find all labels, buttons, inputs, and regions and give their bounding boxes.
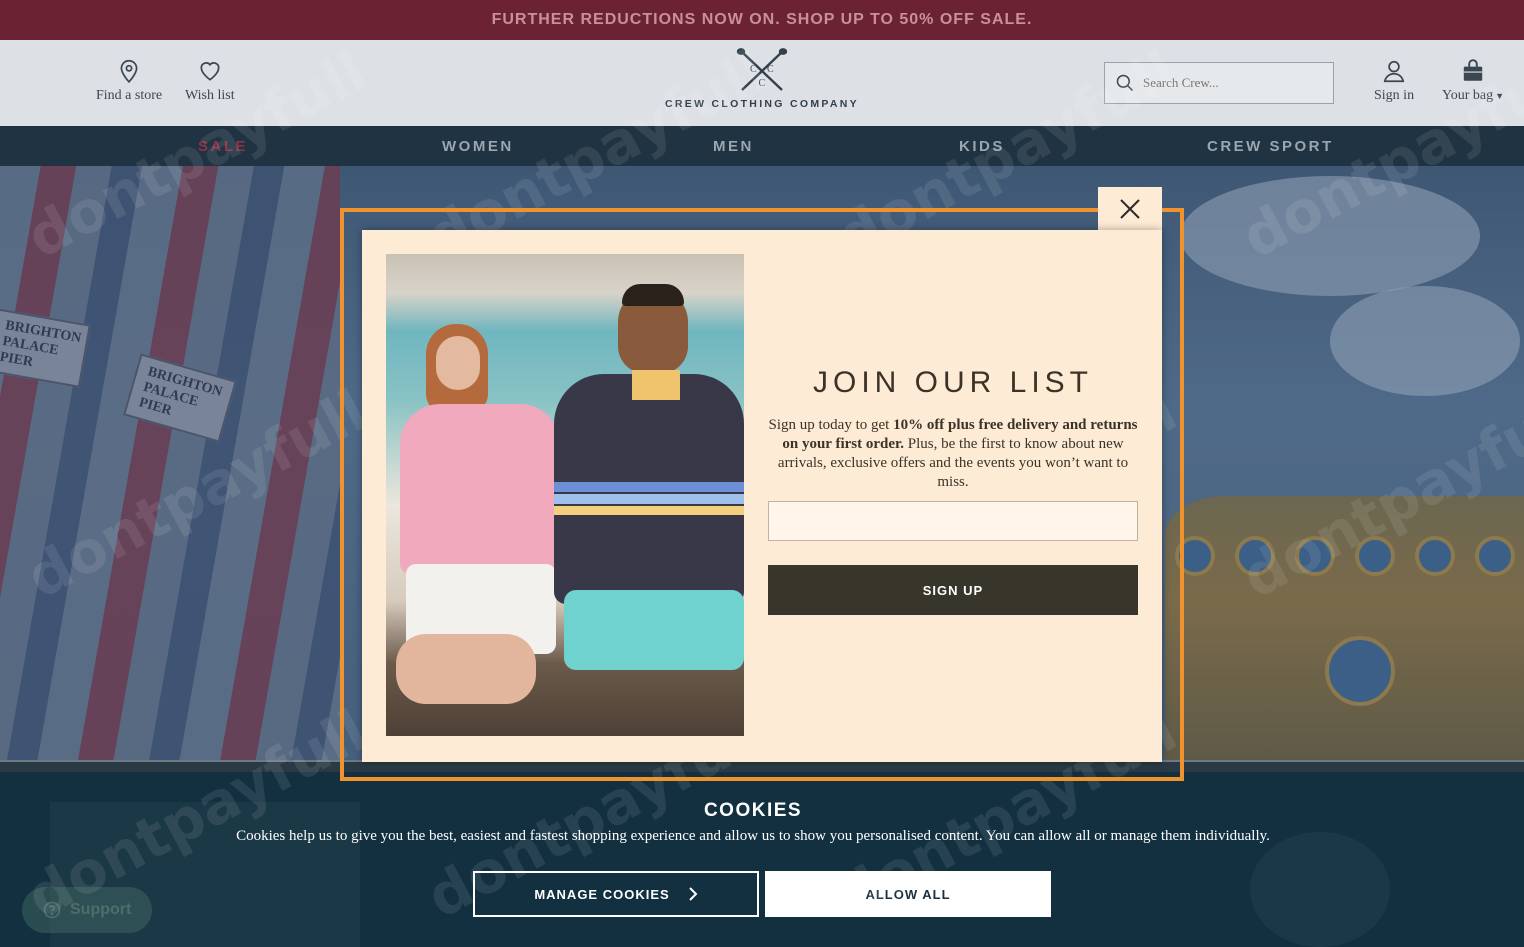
chevron-right-icon <box>688 887 698 901</box>
close-modal-button[interactable] <box>1098 187 1162 231</box>
hair-shape <box>622 284 684 306</box>
cookie-title: COOKIES <box>703 800 803 821</box>
background-tile <box>1250 832 1390 947</box>
sign-in-label: Sign in <box>1374 88 1415 103</box>
nav-item-women[interactable]: WOMEN <box>442 126 514 166</box>
find-store-label: Find a store <box>96 88 163 103</box>
carousel-ornament <box>1325 636 1395 706</box>
support-label: Support <box>70 901 132 918</box>
help-icon <box>43 901 61 919</box>
logo-wordmark: CREW CLOTHING COMPANY <box>665 98 859 110</box>
search-input[interactable] <box>1143 75 1313 91</box>
carousel-ornament <box>1175 536 1215 576</box>
caret-down-icon: ▼ <box>1495 91 1505 101</box>
legs-shape <box>396 634 536 704</box>
collar-shape <box>632 370 680 400</box>
bag-label: Your bag <box>1442 88 1494 103</box>
support-button[interactable]: Support <box>22 887 152 933</box>
stripe-shape <box>554 482 744 492</box>
cloud-shape <box>1330 286 1520 396</box>
stripe-shape <box>554 494 744 504</box>
find-store-link[interactable]: Find a store <box>96 58 162 104</box>
shopping-bag-icon <box>1463 59 1483 81</box>
allow-all-label: ALLOW ALL <box>865 886 951 902</box>
carousel-ornament <box>1475 536 1515 576</box>
nav-item-crew-sport[interactable]: CREW SPORT <box>1207 126 1334 166</box>
nav-item-kids[interactable]: KIDS <box>959 126 1005 166</box>
crossed-oars-logo-icon: C C C <box>736 48 788 91</box>
carousel-ornament <box>1355 536 1395 576</box>
face-shape <box>436 336 480 390</box>
svg-text:C: C <box>767 64 774 75</box>
newsletter-modal: JOIN OUR LIST Sign up today to get 10% o… <box>362 230 1162 762</box>
carousel-ornament <box>1235 536 1275 576</box>
models-photo <box>386 254 744 736</box>
modal-title: JOIN OUR LIST <box>812 366 1094 399</box>
allow-all-cookies-button[interactable]: ALLOW ALL <box>765 871 1051 917</box>
cookie-banner: COOKIES Cookies help us to give you the … <box>0 772 1524 947</box>
main-nav: SALE WOMEN MEN KIDS CREW SPORT <box>0 126 1524 166</box>
manage-cookies-label: MANAGE COOKIES <box>534 886 670 902</box>
svg-text:C: C <box>750 64 757 75</box>
carousel-image <box>1165 496 1524 762</box>
carousel-ornament <box>1415 536 1455 576</box>
brand-logo[interactable]: C C C CREW CLOTHING COMPANY <box>660 48 864 120</box>
nav-item-sale[interactable]: SALE <box>198 126 248 166</box>
helter-skelter-image <box>0 166 340 762</box>
teal-shorts-shape <box>564 590 744 670</box>
wish-list-label: Wish list <box>185 88 235 103</box>
modal-description: Sign up today to get 10% off plus free d… <box>768 417 1138 490</box>
close-icon <box>1120 199 1140 219</box>
search-icon <box>1116 74 1134 92</box>
sign-up-button[interactable]: SIGN UP <box>768 565 1138 615</box>
stripe-shape <box>554 506 744 515</box>
location-pin-icon <box>120 59 138 84</box>
carousel-ornament <box>1295 536 1335 576</box>
sign-in-link[interactable]: Sign in <box>1374 58 1414 104</box>
user-icon <box>1383 60 1405 83</box>
heart-icon <box>200 62 220 81</box>
svg-text:C: C <box>759 78 766 89</box>
bag-link[interactable]: Your bag ▼ <box>1442 58 1504 104</box>
site-header: Find a store Wish list C C C CREW CLOTHI… <box>0 40 1524 126</box>
sign-up-label: SIGN UP <box>922 582 984 598</box>
search-box[interactable] <box>1104 62 1334 104</box>
nav-item-men[interactable]: MEN <box>713 126 754 166</box>
promo-text: FURTHER REDUCTIONS NOW ON. SHOP UP TO 50… <box>491 11 1033 28</box>
promo-banner[interactable]: FURTHER REDUCTIONS NOW ON. SHOP UP TO 50… <box>0 0 1524 40</box>
wish-list-link[interactable]: Wish list <box>185 58 235 104</box>
manage-cookies-button[interactable]: MANAGE COOKIES <box>473 871 759 917</box>
cookie-description: Cookies help us to give you the best, ea… <box>236 828 1270 844</box>
cloud-shape <box>1180 176 1480 296</box>
pink-sweater-shape <box>400 404 560 574</box>
email-field[interactable] <box>768 501 1138 541</box>
